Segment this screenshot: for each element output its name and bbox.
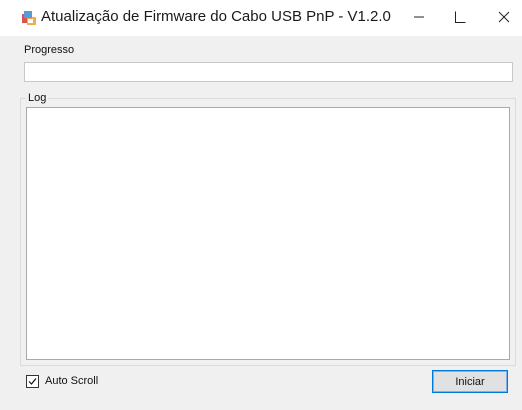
progress-bar xyxy=(24,62,513,82)
autoscroll-label: Auto Scroll xyxy=(45,374,99,387)
checkbox-box[interactable] xyxy=(26,374,39,388)
maximize-button[interactable] xyxy=(446,4,474,30)
minimize-icon xyxy=(405,16,433,34)
close-icon xyxy=(490,11,518,34)
app-icon xyxy=(21,10,37,26)
checkmark-icon xyxy=(28,377,37,385)
client-area: Progresso Log Auto Scroll Iniciar xyxy=(0,36,522,410)
close-button[interactable] xyxy=(490,4,518,30)
progress-label: Progresso xyxy=(24,44,75,56)
log-groupbox: Log xyxy=(20,91,516,366)
maximize-icon xyxy=(446,11,474,34)
autoscroll-checkbox[interactable]: Auto Scroll xyxy=(26,373,98,389)
window-title: Atualização de Firmware do Cabo USB PnP … xyxy=(41,8,391,25)
title-bar[interactable]: Atualização de Firmware do Cabo USB PnP … xyxy=(0,0,522,36)
minimize-button[interactable] xyxy=(405,4,433,30)
log-textarea[interactable] xyxy=(26,107,510,360)
log-label: Log xyxy=(26,91,49,105)
firmware-update-window: Atualização de Firmware do Cabo USB PnP … xyxy=(0,0,522,410)
start-button[interactable]: Iniciar xyxy=(432,370,508,393)
